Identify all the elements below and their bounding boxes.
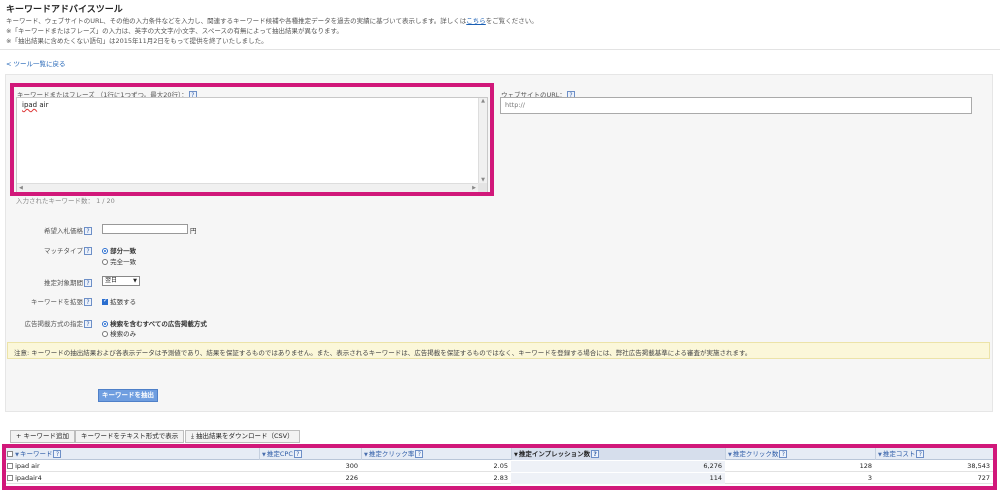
cpc-cell: 226 — [345, 474, 358, 482]
details-link[interactable]: こちら — [466, 17, 486, 25]
help-icon[interactable]: ? — [916, 450, 925, 458]
column-header-impressions[interactable]: ▼推定インプレッション数? — [511, 448, 725, 460]
add-keyword-button[interactable]: + キーワード追加 — [10, 430, 76, 443]
match-partial-option[interactable]: 部分一致 — [102, 245, 136, 255]
sort-icon: ▼ — [364, 452, 368, 458]
download-icon: ⤓ — [191, 432, 194, 440]
radio-selected-icon[interactable] — [102, 248, 108, 254]
help-icon[interactable]: ? — [415, 450, 424, 458]
table-header: ▼キーワード? ▼推定CPC? ▼推定クリック率? ▼推定インプレッション数? … — [6, 448, 993, 460]
match-exact-option[interactable]: 完全一致 — [102, 256, 136, 266]
keyword-highlight-box — [10, 83, 494, 196]
clicks-cell: 3 — [867, 474, 872, 482]
sort-icon: ▼ — [878, 452, 882, 458]
clicks-cell: 128 — [859, 462, 872, 470]
expand-label: キーワードを拡張? — [2, 296, 92, 306]
bid-unit: 円 — [190, 227, 197, 235]
ctr-cell: 2.83 — [493, 474, 508, 482]
period-select[interactable]: 翌日 ▼ — [102, 276, 140, 286]
column-header-keyword[interactable]: ▼キーワード? — [6, 448, 259, 460]
match-type-label: マッチタイプ? — [2, 245, 92, 255]
radio-selected-icon[interactable] — [102, 321, 108, 327]
column-header-clicks[interactable]: ▼推定クリック数? — [725, 448, 875, 460]
ctr-cell: 2.05 — [493, 462, 508, 470]
description-line-3: ※「抽出結果に含めたくない語句」は2015年11月2日をもって提供を終了いたしま… — [6, 37, 268, 45]
ad-format-all-option[interactable]: 検索を含むすべての広告掲載方式 — [102, 318, 207, 328]
help-icon[interactable]: ? — [779, 450, 788, 458]
sort-desc-icon: ▼ — [514, 452, 518, 458]
sort-icon: ▼ — [262, 452, 266, 458]
help-icon[interactable]: ? — [591, 450, 600, 458]
divider — [0, 49, 1000, 50]
text-view-button[interactable]: キーワードをテキスト形式で表示 — [75, 430, 185, 443]
column-header-cost[interactable]: ▼推定コスト? — [875, 448, 993, 460]
extract-keywords-button[interactable]: キーワードを抽出 — [98, 389, 158, 402]
row-checkbox[interactable] — [7, 475, 13, 481]
keyword-count: 入力されたキーワード数： 1 / 20 — [16, 197, 115, 205]
help-icon[interactable]: ? — [84, 320, 92, 328]
help-icon[interactable]: ? — [53, 450, 62, 458]
cost-cell: 38,543 — [967, 462, 990, 470]
radio-icon[interactable] — [102, 259, 108, 265]
ad-format-search-option[interactable]: 検索のみ — [102, 328, 136, 338]
radio-icon[interactable] — [102, 331, 108, 337]
page-title: キーワードアドバイスツール — [6, 5, 123, 15]
impressions-cell: 6,276 — [511, 461, 725, 472]
keyword-cell: ipad air — [7, 461, 259, 472]
period-label: 推定対象期間? — [2, 277, 92, 287]
download-csv-button[interactable]: ⤓ 抽出結果をダウンロード（CSV） — [185, 430, 300, 443]
description-line-1: キーワード、ウェブサイトのURL、その他の入力条件などを入力し、関連するキーワー… — [6, 17, 538, 25]
table-row: ipad air 300 2.05 6,276 128 38,543 — [6, 461, 993, 472]
table-row: ipadair4 226 2.83 114 3 727 — [6, 473, 993, 484]
expand-checkbox[interactable]: 拡張する — [102, 296, 136, 306]
sort-icon: ▼ — [15, 452, 19, 458]
keyword-cell: ipadair4 — [7, 473, 259, 484]
bid-input[interactable] — [102, 224, 188, 234]
website-url-input[interactable]: http:// — [500, 97, 972, 114]
notice-banner: 注意: キーワードの抽出結果および各表示データは予測値であり、結果を保証するもの… — [7, 342, 990, 359]
impressions-cell: 114 — [511, 473, 725, 484]
row-checkbox[interactable] — [7, 463, 13, 469]
help-icon[interactable]: ? — [84, 227, 92, 235]
help-icon[interactable]: ? — [84, 279, 92, 287]
plus-icon: + — [16, 432, 22, 440]
checkbox-checked-icon[interactable] — [102, 297, 108, 305]
bid-label: 希望入札価格? — [2, 225, 92, 235]
back-to-tools-link[interactable]: < ツール一覧に戻る — [6, 58, 66, 68]
sort-icon: ▼ — [728, 452, 732, 458]
chevron-down-icon: ▼ — [133, 278, 137, 284]
help-icon[interactable]: ? — [84, 247, 92, 255]
select-all-checkbox[interactable] — [7, 451, 13, 457]
ad-format-label: 広告掲載方式の指定? — [2, 318, 92, 328]
column-header-ctr[interactable]: ▼推定クリック率? — [361, 448, 511, 460]
cost-cell: 727 — [977, 474, 990, 482]
column-header-cpc[interactable]: ▼推定CPC? — [259, 448, 361, 460]
cpc-cell: 300 — [345, 462, 358, 470]
help-icon[interactable]: ? — [84, 298, 92, 306]
description-line-2: ※「キーワードまたはフレーズ」の入力は、英字の大文字/小文字、スペースの有無によ… — [6, 27, 343, 35]
help-icon[interactable]: ? — [293, 450, 302, 458]
